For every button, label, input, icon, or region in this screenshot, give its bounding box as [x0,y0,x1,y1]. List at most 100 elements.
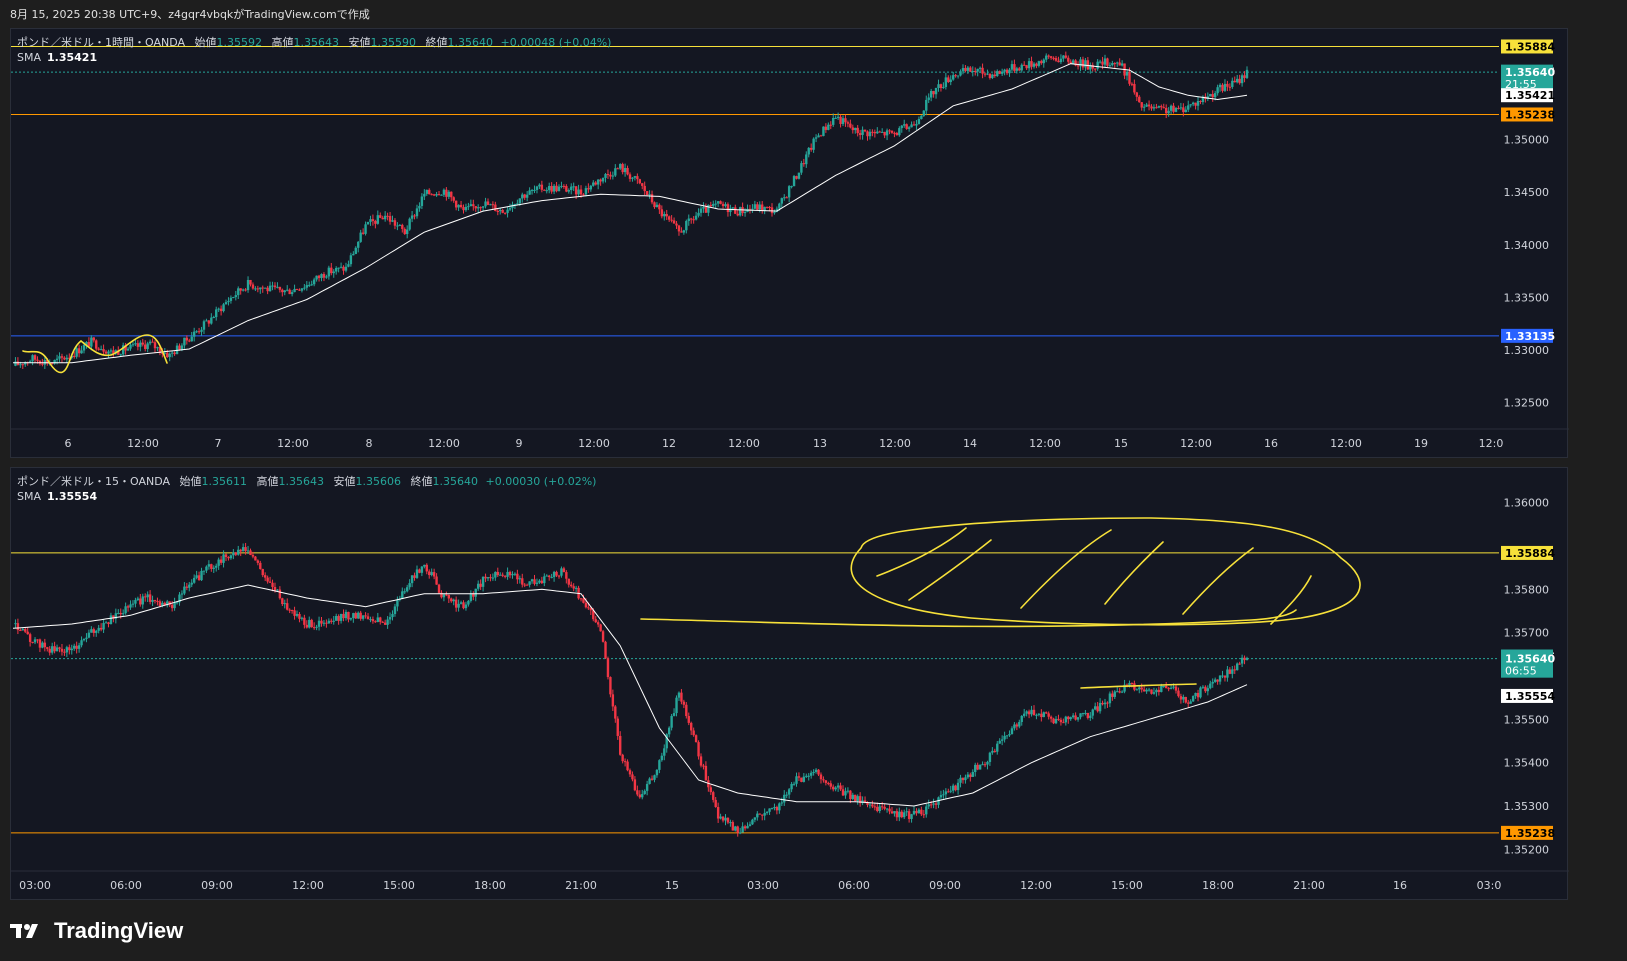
candle-body [925,99,928,111]
candle-body [38,639,42,648]
candle-body [210,564,213,569]
candle-body [418,569,421,573]
x-tick-label: 15 [665,879,679,892]
candle-body [996,743,999,752]
candle-body [1233,669,1236,671]
candle-body [239,288,242,291]
candle-body [819,135,823,137]
price-tag-label: 1.35554 [1505,690,1555,703]
price-tag-1.35884: 1.35884 [1501,39,1555,54]
candle-body [263,287,267,289]
candle-body [1111,63,1114,66]
symbol-name[interactable]: ポンド／米ドル・1時間・OANDA [17,36,185,49]
candle-body [734,207,737,214]
candle-body [224,302,228,305]
candle-body [327,267,331,277]
candle-body [445,594,448,596]
candle-body [1196,692,1200,698]
candle-body [988,73,992,78]
candle-body [1047,713,1050,717]
candle-body [435,576,438,585]
candle-body [560,568,563,576]
candle-body [1096,706,1099,712]
candle-body [425,189,428,194]
price-tag-countdown: 06:55 [1505,665,1537,678]
chart-canvas-15m[interactable]: 1.36000 1.35800 1.35700 1.35500 1.35400 1.353… [11,468,1569,901]
candle-body [949,790,952,792]
x-tick-label: 15:00 [383,879,415,892]
x-tick-label: 16 [1264,437,1278,450]
candle-body [364,224,367,234]
candle-body [459,602,463,604]
candle-body [778,803,781,811]
high-label: 高値 [271,36,294,49]
candle-body [401,591,404,599]
open-value: 1.35592 [216,36,263,49]
candle-body [756,204,759,210]
tradingview-logo[interactable]: TradingView [10,918,183,944]
price-tag-1.35421: 1.35421 [1501,88,1555,103]
candle-body [694,215,698,220]
candle-body [73,645,76,649]
candle-body [1236,663,1239,671]
candle-body [82,344,86,351]
candle-body [1147,104,1151,107]
candle-body [320,274,323,279]
candle-body [606,658,610,678]
candle-body [1086,712,1090,718]
candle-body [229,297,233,301]
candle-body [783,197,786,199]
candle-body [192,577,196,583]
candle-body [802,776,806,782]
candle-body [726,817,730,823]
candle-body [516,573,519,580]
chart-panel-1h[interactable]: 1.35000 1.34500 1.34000 1.33500 1.33000 1.325… [10,28,1569,459]
candle-body [1238,663,1241,665]
candle-body [834,117,837,119]
candle-body [151,599,154,602]
candle-body [756,813,759,818]
candle-body [981,764,984,766]
candle-body [1071,715,1075,718]
candle-body [807,147,810,155]
candle-body [949,79,952,83]
chart-canvas-1h[interactable]: 1.35000 1.34500 1.34000 1.33500 1.33000 1.325… [11,29,1569,459]
candle-body [601,631,605,642]
sma-legend-1h[interactable]: SMA 1.35421 [17,51,97,64]
price-tag-1.35884: 1.35884 [1501,545,1555,560]
candle-body [518,198,522,204]
sma-legend-15m[interactable]: SMA 1.35554 [17,490,97,503]
candle-body [1140,687,1143,690]
hand-drawing [1182,547,1254,615]
candle-body [1049,716,1053,719]
candle-body [450,598,453,602]
candle-body [907,811,911,819]
candle-body [969,774,972,777]
symbol-name[interactable]: ポンド／米ドル・15・OANDA [17,475,170,488]
candle-body [1177,690,1180,697]
candle-body [239,549,242,552]
candle-body [560,185,563,187]
candle-body [538,580,541,583]
candle-body [601,177,605,182]
candle-body [1128,71,1131,84]
candle-body [1162,107,1165,109]
candle-body [1194,102,1197,106]
candle-body [1120,63,1124,66]
candle-body [1064,55,1068,58]
candle-body [286,603,289,610]
candle-body [690,722,693,731]
x-tick-label: 13 [813,437,827,450]
candle-body [653,775,656,780]
chart-panel-15m[interactable]: 1.36000 1.35800 1.35700 1.35500 1.35400 1.353… [10,467,1569,901]
price-tag-1.35554: 1.35554 [1501,688,1555,703]
candle-body [219,559,223,563]
candle-body [472,204,475,207]
candle-body [1067,57,1070,62]
x-tick-label: 18:00 [1202,879,1234,892]
candle-body [386,619,389,625]
candle-body [626,761,629,771]
candle-body [1177,108,1180,110]
candle-body [670,715,673,728]
candle-body [1054,58,1058,61]
